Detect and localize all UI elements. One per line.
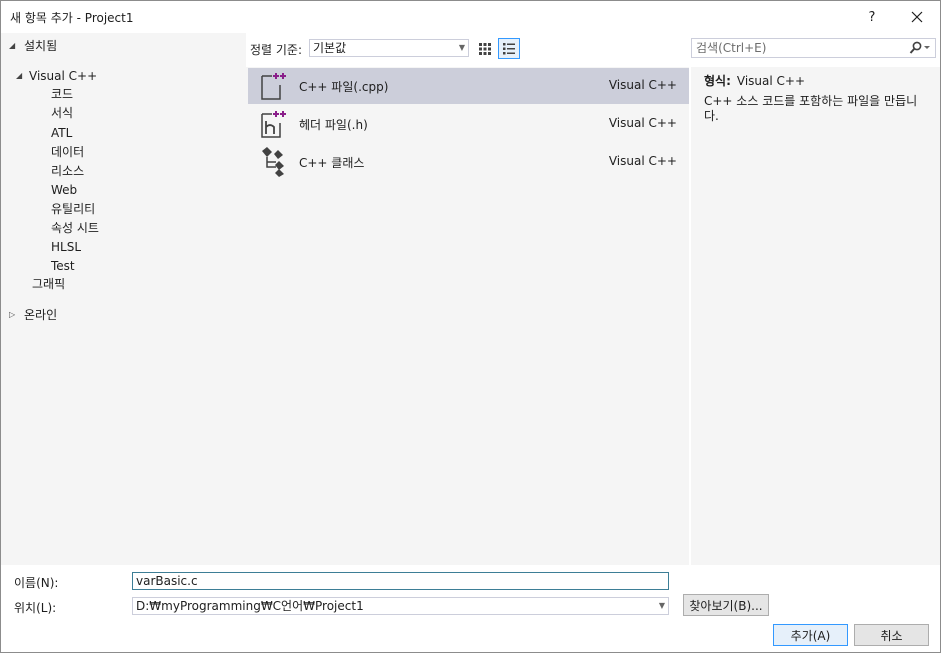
sort-label: 정렬 기준: [250,43,303,57]
close-button[interactable] [894,1,940,33]
list-view-icon [503,42,515,54]
grid-view-icon [479,42,491,55]
detail-kind: 형식: Visual C++ [704,72,805,89]
close-icon [911,11,923,23]
cpp-class-icon [258,147,288,177]
detail-pane: 형식: Visual C++ C++ 소스 코드를 포함하는 파일을 만듭니다. [691,67,940,565]
list-item-header-file[interactable]: 헤더 파일(.h) Visual C++ [248,106,689,142]
tree-node-format[interactable]: 서식 [51,104,73,122]
name-label: 이름(N): [14,576,59,590]
collapsed-arrow-icon[interactable]: ▷ [9,306,15,324]
template-tree: ◢ 설치됨 ◢ Visual C++ 코드 서식 ATL 데이터 리소스 Web… [1,33,246,565]
expanded-arrow-icon[interactable]: ◢ [9,37,15,55]
item-name: C++ 파일(.cpp) [299,80,389,94]
item-language: Visual C++ [608,116,677,130]
title-bar: 새 항목 추가 - Project1 ? [1,1,940,33]
cancel-button[interactable]: 취소 [854,624,929,646]
detail-kind-value: Visual C++ [736,74,806,88]
list-item-cpp-class[interactable]: C++ 클래스 Visual C++ [248,144,689,180]
list-item-cpp-file[interactable]: C++ 파일(.cpp) Visual C++ [248,68,689,104]
search-box [691,38,936,58]
add-button[interactable]: 추가(A) [773,624,848,646]
tree-node-visual-cpp[interactable]: ◢ Visual C++ [16,67,106,85]
item-name: 헤더 파일(.h) [299,118,368,132]
item-language: Visual C++ [608,78,677,92]
medium-icons-view-button[interactable] [474,38,496,59]
tree-node-property-sheet[interactable]: 속성 시트 [51,219,99,237]
location-value: D:₩myProgramming₩C언어₩Project1 [136,599,364,613]
chevron-down-icon: ▼ [658,601,665,610]
window-title: 새 항목 추가 - Project1 [10,11,134,25]
tree-node-web[interactable]: Web [51,181,77,199]
chevron-down-icon: ▼ [458,43,465,52]
list-view-button[interactable] [498,38,520,59]
detail-kind-label: 형식: [704,74,731,88]
tree-node-installed-label: 설치됨 [24,39,58,53]
tree-node-utility[interactable]: 유틸리티 [51,200,95,218]
sort-dropdown[interactable]: 기본값 ▼ [309,39,469,57]
item-language: Visual C++ [608,154,677,168]
sort-dropdown-value: 기본값 [313,41,347,55]
tree-node-test[interactable]: Test [51,257,75,275]
help-button[interactable]: ? [849,1,895,33]
expanded-arrow-icon[interactable]: ◢ [16,67,22,85]
tree-node-online-label: 온라인 [24,308,58,322]
add-new-item-dialog: 새 항목 추가 - Project1 ? ◢ 설치됨 ◢ Visual C++ … [0,0,941,653]
detail-description: C++ 소스 코드를 포함하는 파일을 만듭니다. [704,94,918,123]
tree-node-resource[interactable]: 리소스 [51,162,84,180]
tree-node-graphics[interactable]: 그래픽 [32,275,65,293]
location-dropdown[interactable]: D:₩myProgramming₩C언어₩Project1 ▼ [132,597,669,615]
search-input[interactable] [692,39,892,57]
tree-node-code[interactable]: 코드 [51,85,73,103]
tree-node-visual-cpp-label: Visual C++ [29,69,98,83]
name-input[interactable] [132,572,669,590]
template-list: C++ 파일(.cpp) Visual C++ 헤더 파일(.h) Visual… [246,67,689,565]
location-label: 위치(L): [14,601,57,615]
browse-button[interactable]: 찾아보기(B)... [683,594,769,616]
item-name: C++ 클래스 [299,156,365,170]
search-icon[interactable] [909,41,931,58]
tree-node-data[interactable]: 데이터 [51,143,84,161]
tree-node-hlsl[interactable]: HLSL [51,238,81,256]
tree-node-atl[interactable]: ATL [51,124,72,142]
cpp-file-icon [258,71,288,101]
header-file-icon [258,109,288,139]
